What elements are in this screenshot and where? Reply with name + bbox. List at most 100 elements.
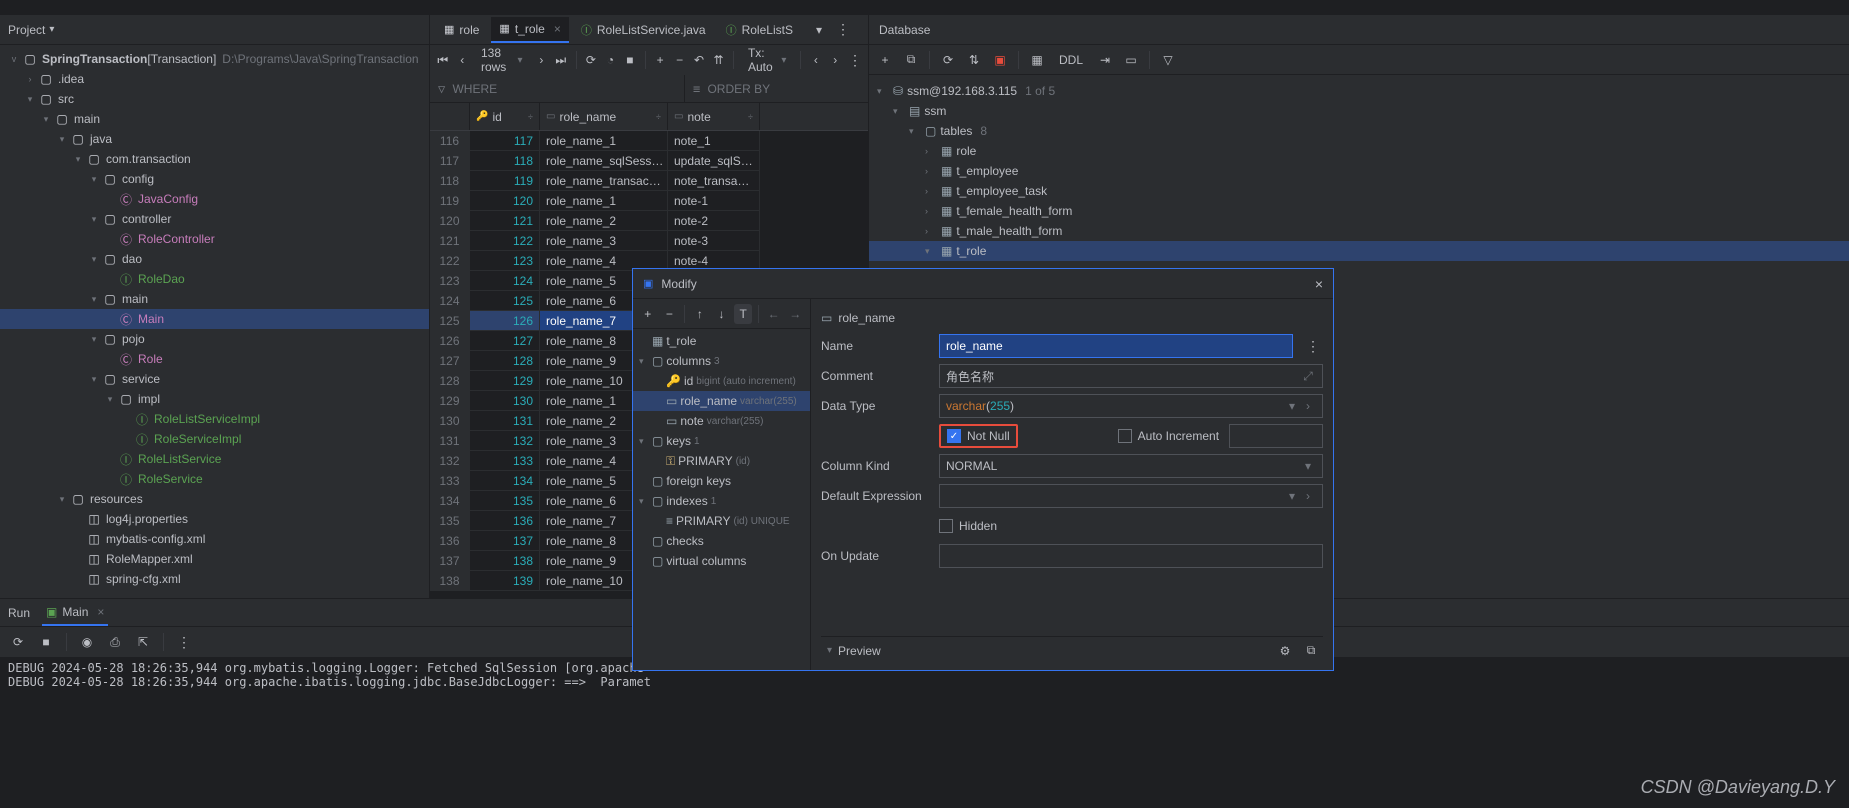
add-ds-icon[interactable]: + — [875, 50, 895, 70]
tree-item[interactable]: ▾▢config — [0, 169, 429, 189]
hidden-checkbox[interactable]: Hidden — [939, 519, 997, 533]
dialog-tree-item[interactable]: ▢foreign keys — [633, 471, 810, 491]
tree-item[interactable]: ▾▢com.transaction — [0, 149, 429, 169]
table-row[interactable]: 117118role_name_sqlSess…update_sqlS… — [430, 151, 868, 171]
project-root[interactable]: v▢SpringTransaction [Transaction]D:\Prog… — [0, 49, 429, 69]
tree-item[interactable]: ▾▢pojo — [0, 329, 429, 349]
where-filter[interactable]: ▽ WHERE — [430, 75, 685, 102]
tree-item[interactable]: ›▢.idea — [0, 69, 429, 89]
table-row[interactable]: 119120role_name_1note-1 — [430, 191, 868, 211]
tab-more-icon[interactable]: ⋮ — [833, 20, 853, 40]
more-icon[interactable]: ⋮ — [1303, 336, 1323, 356]
col-role-name[interactable]: ▭role_name÷ — [540, 103, 668, 130]
table-row[interactable]: 116117role_name_1note_1 — [430, 131, 868, 151]
orderby-filter[interactable]: ≡ ORDER BY — [685, 75, 868, 102]
db-tree-item[interactable]: ›▦t_employee_task — [869, 181, 1849, 201]
run-tab-main[interactable]: ▣ Main × — [42, 600, 108, 626]
tree-item[interactable]: ◫spring-cfg.xml — [0, 569, 429, 589]
db-tree-item[interactable]: ▾⛁ssm@192.168.3.1151 of 5 — [869, 81, 1849, 101]
tree-item[interactable]: ◫mybatis-config.xml — [0, 529, 429, 549]
more-icon[interactable]: ⋮ — [848, 50, 862, 70]
tree-item[interactable]: ◫log4j.properties — [0, 509, 429, 529]
tree-item[interactable]: ▾▢resources — [0, 489, 429, 509]
tree-item[interactable]: ▾▢service — [0, 369, 429, 389]
auto-increment-checkbox[interactable]: Auto Increment — [1118, 429, 1219, 443]
comment-input[interactable]: 角色名称⤢ — [939, 364, 1323, 388]
row-count[interactable]: 138 rows▾ — [475, 44, 529, 76]
export-icon[interactable]: ⇱ — [133, 632, 153, 652]
default-input[interactable]: ▾› — [939, 484, 1323, 508]
dialog-tree-item[interactable]: 🔑id bigint (auto increment) — [633, 371, 810, 391]
project-header[interactable]: Project ▾ — [0, 15, 429, 45]
table-row[interactable]: 121122role_name_3note-3 — [430, 231, 868, 251]
table-view-icon[interactable]: ▦ — [1027, 50, 1047, 70]
tree-item[interactable]: ⒾRoleListServiceImpl — [0, 409, 429, 429]
name-input[interactable]: role_name — [939, 334, 1293, 358]
db-tree-item[interactable]: ›▦t_male_health_form — [869, 221, 1849, 241]
editor-tab[interactable]: ⒾRoleListS — [718, 17, 801, 43]
not-null-checkbox[interactable]: ✓Not Null — [947, 429, 1010, 443]
more-run-icon[interactable]: ⋮ — [174, 632, 194, 652]
dialog-tree-item[interactable]: ▦t_role — [633, 331, 810, 351]
dialog-tree-item[interactable]: ▭note varchar(255) — [633, 411, 810, 431]
editor-tab[interactable]: ▦role — [436, 17, 487, 43]
kind-select[interactable]: NORMAL▾ — [939, 454, 1323, 478]
reload-icon[interactable]: ⟳ — [584, 50, 597, 70]
tree-item[interactable]: ▾▢controller — [0, 209, 429, 229]
next-icon[interactable]: › — [535, 50, 548, 70]
chevron-down-icon[interactable]: ▾ — [827, 645, 832, 656]
db-tree-item[interactable]: ▾▢tables8 — [869, 121, 1849, 141]
down-icon[interactable]: ↓ — [713, 304, 731, 324]
dialog-tree-item[interactable]: ▢virtual columns — [633, 551, 810, 571]
dialog-tree-item[interactable]: ▾▢columns 3 — [633, 351, 810, 371]
camera-icon[interactable]: ◉ — [77, 632, 97, 652]
fwd-icon[interactable]: → — [786, 304, 804, 324]
close-icon[interactable]: × — [97, 605, 104, 619]
remove-icon[interactable]: − — [673, 50, 686, 70]
table-row[interactable]: 120121role_name_2note-2 — [430, 211, 868, 231]
dialog-tree-item[interactable]: ≡PRIMARY (id) UNIQUE — [633, 511, 810, 531]
add-icon[interactable]: + — [653, 50, 666, 70]
dialog-tree-item[interactable]: ▾▢indexes 1 — [633, 491, 810, 511]
editor-tab[interactable]: ▦t_role× — [491, 17, 568, 43]
db-tree-item[interactable]: ▾▦t_role — [869, 241, 1849, 261]
tree-item[interactable]: ▾▢impl — [0, 389, 429, 409]
console-icon[interactable]: ▭ — [1121, 50, 1141, 70]
dialog-tree-item[interactable]: ▢checks — [633, 531, 810, 551]
tree-item[interactable]: ⒸJavaConfig — [0, 189, 429, 209]
sync-icon[interactable]: ⇅ — [964, 50, 984, 70]
dialog-tree-item[interactable]: ▭role_name varchar(255) — [633, 391, 810, 411]
close-icon[interactable]: × — [1315, 276, 1323, 292]
tx-mode[interactable]: Tx: Auto▾ — [742, 44, 792, 76]
tree-item[interactable]: ⒸMain — [0, 309, 429, 329]
tree-item[interactable]: ▾▢dao — [0, 249, 429, 269]
tree-item[interactable]: ◫RoleMapper.xml — [0, 549, 429, 569]
editor-tab[interactable]: ⒾRoleListService.java — [573, 17, 714, 43]
stop-run-icon[interactable]: ■ — [36, 632, 56, 652]
db-tree-item[interactable]: ›▦role — [869, 141, 1849, 161]
revert-icon[interactable]: ↶ — [692, 50, 705, 70]
add-icon[interactable]: + — [639, 304, 657, 324]
db-tree-item[interactable]: ▾▤ssm — [869, 101, 1849, 121]
tree-item[interactable]: ⒸRole — [0, 349, 429, 369]
prev-icon[interactable]: ‹ — [455, 50, 468, 70]
auto-increment-input[interactable] — [1229, 424, 1323, 448]
dialog-tree-item[interactable]: ⚿PRIMARY (id) — [633, 451, 810, 471]
tree-item[interactable]: ▾▢main — [0, 289, 429, 309]
jump-icon[interactable]: ⇥ — [1095, 50, 1115, 70]
tree-item[interactable]: ⒾRoleDao — [0, 269, 429, 289]
last-icon[interactable]: ⏭ — [554, 50, 567, 70]
print-icon[interactable]: ⎙ — [105, 632, 125, 652]
tree-item[interactable]: ⒾRoleListService — [0, 449, 429, 469]
text-icon[interactable]: T — [734, 304, 752, 324]
col-note[interactable]: ▭note÷ — [668, 103, 760, 130]
table-row[interactable]: 118119role_name_transac…note_transa… — [430, 171, 868, 191]
tree-item[interactable]: ⒸRoleController — [0, 229, 429, 249]
db-tree-item[interactable]: ›▦t_female_health_form — [869, 201, 1849, 221]
onupdate-input[interactable] — [939, 544, 1323, 568]
stop-icon[interactable]: ■ — [623, 50, 636, 70]
commit-icon[interactable]: ⇈ — [712, 50, 725, 70]
tab-chevron-icon[interactable]: ▾ — [809, 20, 829, 40]
datatype-input[interactable]: varchar(255) ▾› — [939, 394, 1323, 418]
col-id[interactable]: 🔑id÷ — [470, 103, 540, 130]
